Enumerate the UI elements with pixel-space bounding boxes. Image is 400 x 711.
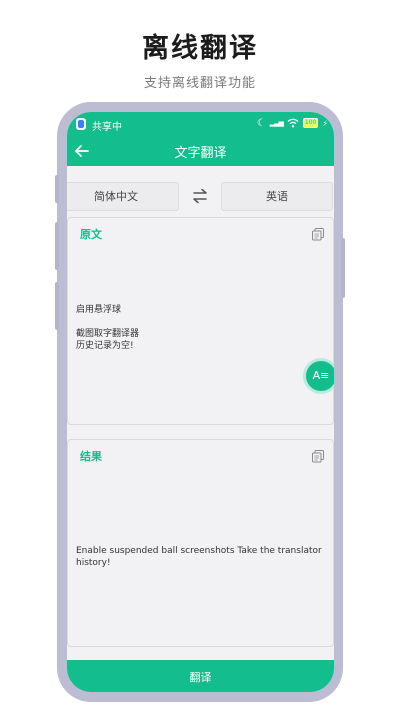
floating-translate-button[interactable]: A≡: [303, 358, 334, 394]
moon-icon: ☾: [256, 117, 266, 129]
phone-screen: 共享中 ☾ ▂▃▅ 100 ⚡ 文字翻译 简体中文 英语 原文 启用悬浮球 截图…: [67, 112, 334, 692]
result-card-title: 结果: [80, 450, 102, 463]
source-text-card[interactable]: 原文 启用悬浮球 截图取字翻译器 历史记录为空!: [67, 217, 334, 425]
translate-button[interactable]: 翻译: [67, 660, 334, 692]
phone-side-button: [55, 282, 59, 330]
source-text: 启用悬浮球 截图取字翻译器 历史记录为空!: [76, 305, 140, 351]
promo-title: 离线翻译: [142, 33, 258, 64]
source-language-button[interactable]: 简体中文: [67, 182, 179, 211]
charging-icon: ⚡: [322, 118, 328, 128]
wifi-icon: [287, 118, 299, 128]
promo-subtitle: 支持离线翻译功能: [143, 76, 256, 91]
status-bar: 共享中 ☾ ▂▃▅ 100 ⚡: [67, 112, 334, 136]
copy-icon[interactable]: [311, 227, 325, 241]
nav-bar: 文字翻译: [67, 136, 334, 166]
sharing-app-icon: [76, 118, 86, 130]
result-text: Enable suspended ball screenshots Take t…: [76, 546, 322, 568]
status-indicators: ☾ ▂▃▅ 100 ⚡: [257, 117, 328, 129]
copy-icon[interactable]: [311, 449, 325, 463]
result-card: 结果 Enable suspended ball screenshots Tak…: [67, 439, 334, 647]
battery-indicator: 100: [302, 118, 319, 128]
phone-side-button: [55, 222, 59, 270]
phone-side-button: [55, 175, 59, 203]
app-header: 共享中 ☾ ▂▃▅ 100 ⚡ 文字翻译: [67, 112, 334, 166]
status-sharing-text: 共享中: [92, 122, 122, 133]
source-card-title: 原文: [80, 228, 102, 241]
swap-languages-icon[interactable]: [191, 187, 209, 205]
target-language-button[interactable]: 英语: [221, 182, 333, 211]
page-title: 文字翻译: [174, 146, 227, 161]
signal-icon: ▂▃▅: [269, 119, 284, 127]
phone-side-button: [341, 238, 345, 298]
